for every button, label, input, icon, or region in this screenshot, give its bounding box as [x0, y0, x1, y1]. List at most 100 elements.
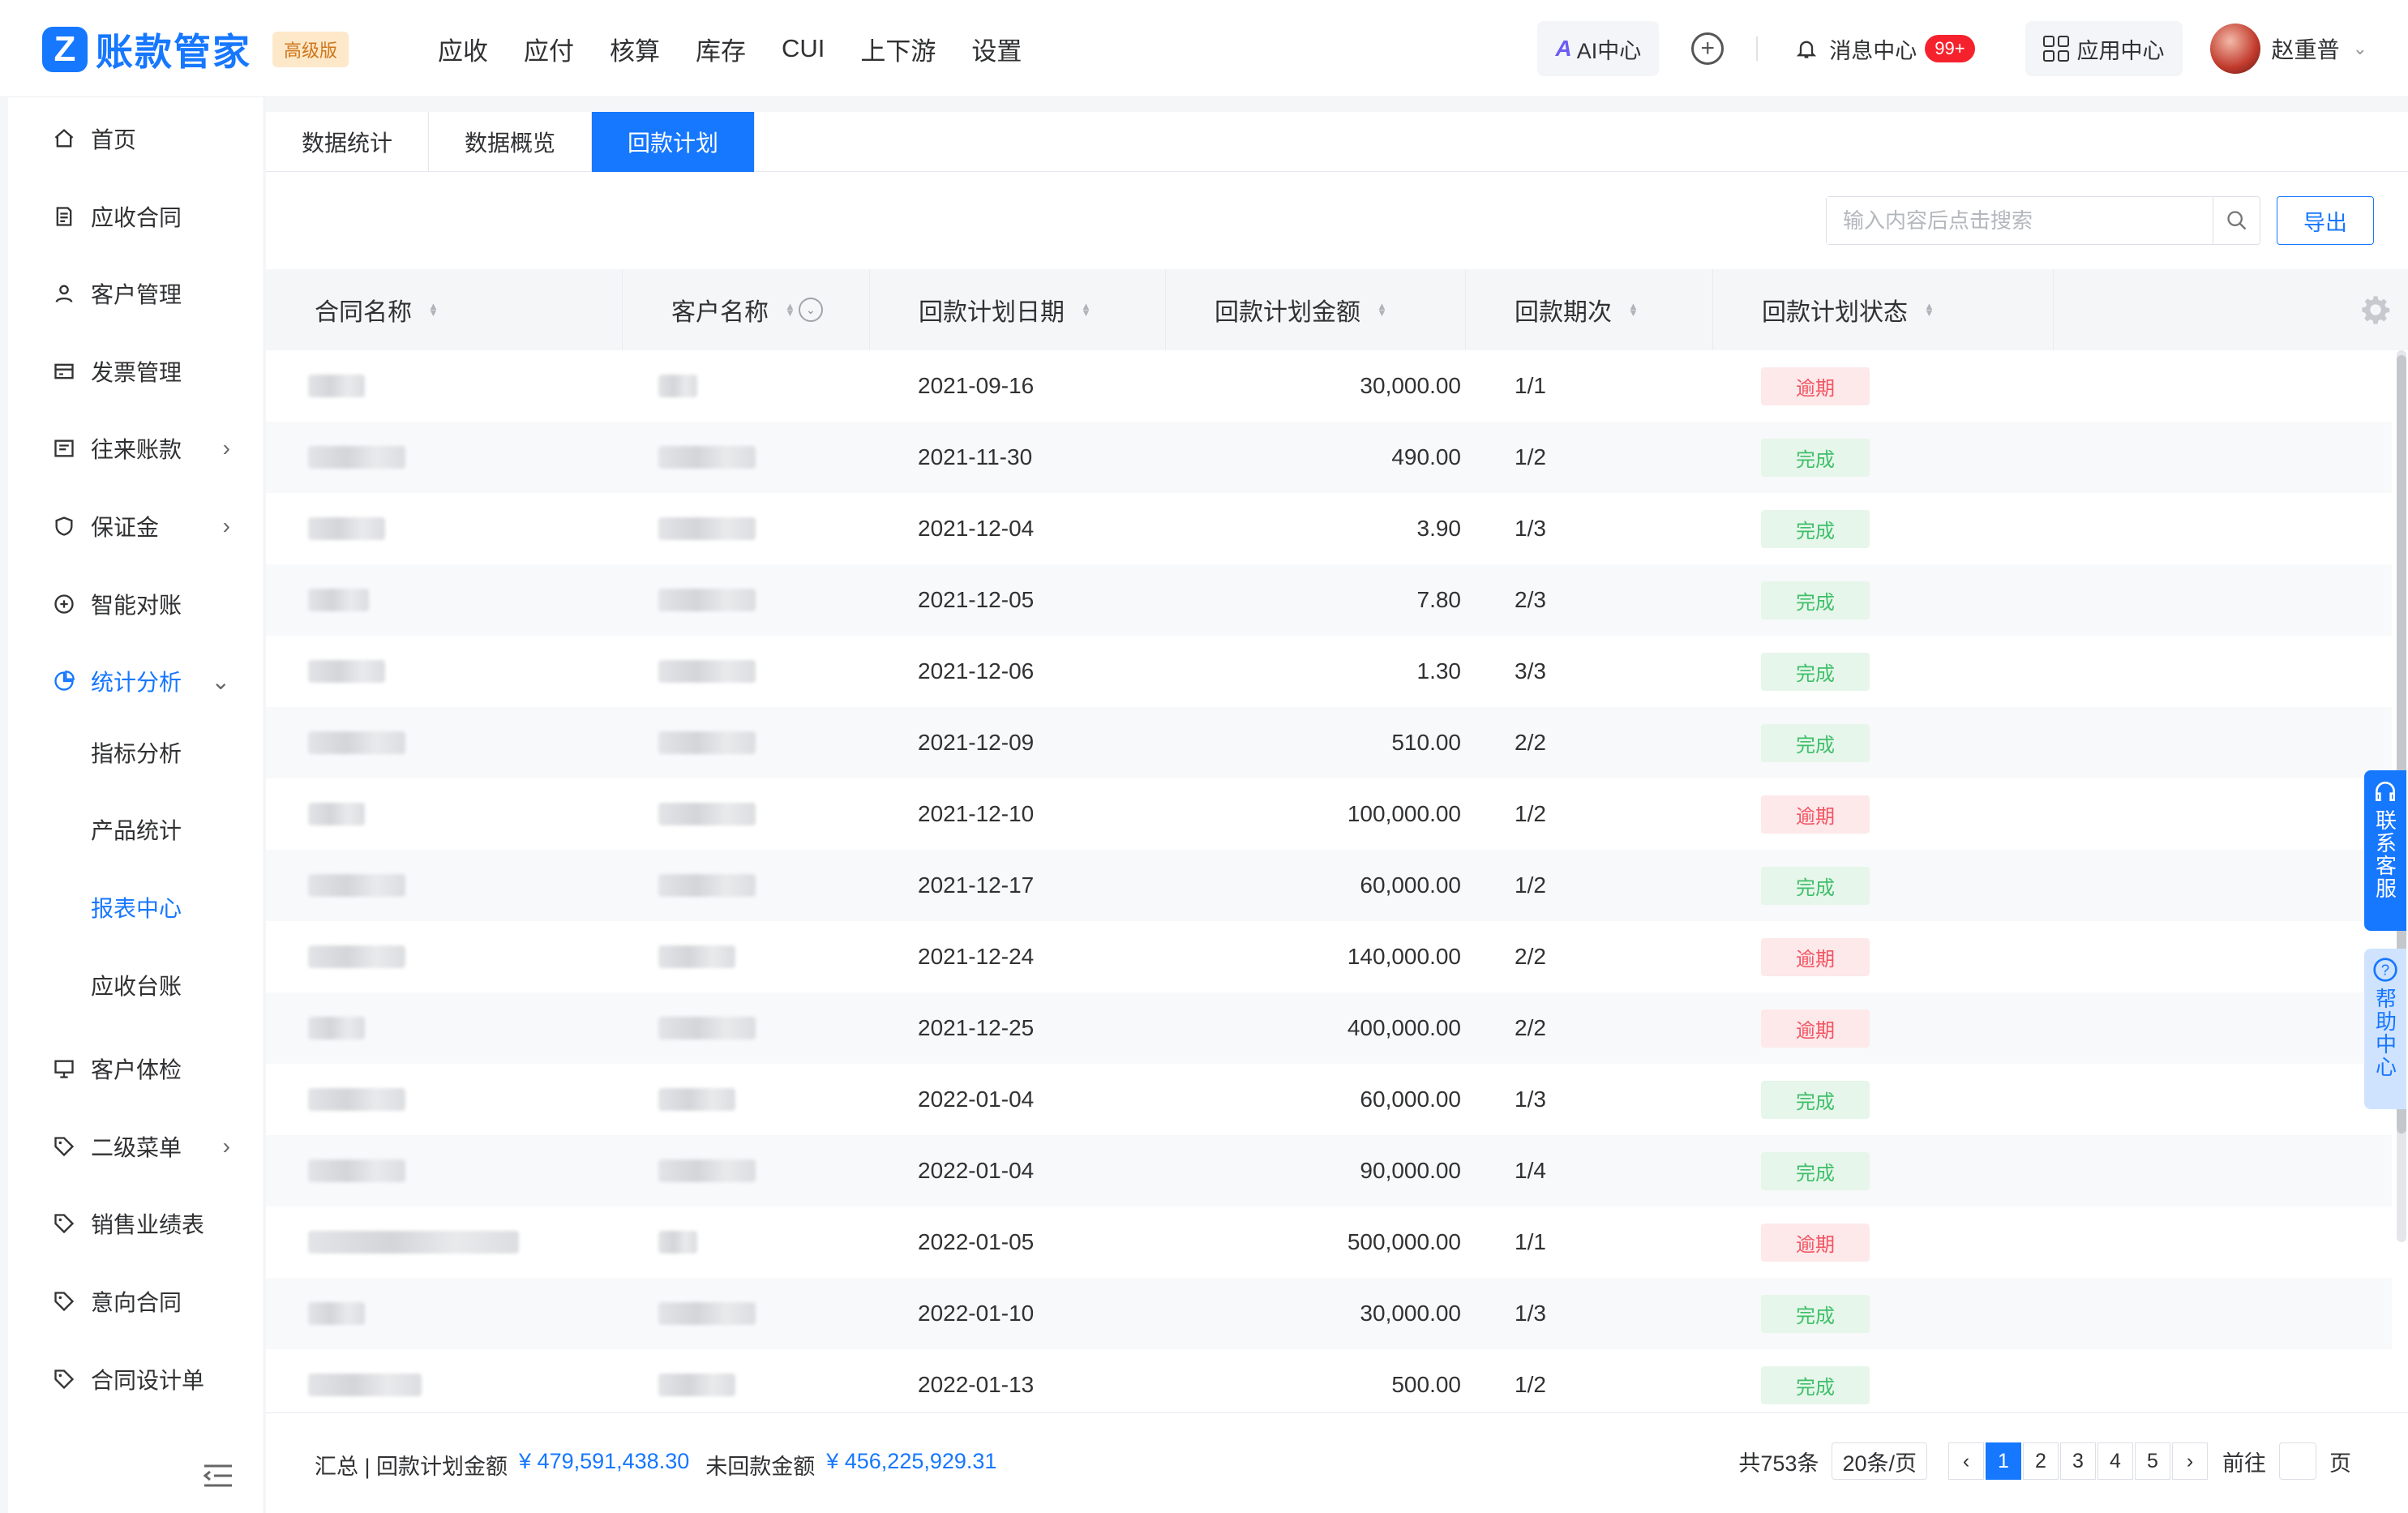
- ai-center-button[interactable]: A AI中心: [1537, 21, 1660, 76]
- sidebar-item[interactable]: 智能对账: [8, 576, 264, 632]
- sidebar-item[interactable]: 合同设计单: [8, 1351, 264, 1408]
- sidebar-item[interactable]: 销售业绩表: [8, 1195, 264, 1252]
- export-button[interactable]: 导出: [2277, 196, 2374, 245]
- sort-icon[interactable]: ▲ ▼: [1628, 301, 1639, 317]
- search-icon: [2226, 211, 2246, 230]
- status-cell: 完成: [1761, 707, 1870, 778]
- table-row[interactable]: 2021-12-25 400,000.00 2/2 逾期: [266, 992, 2392, 1064]
- table-row[interactable]: 2021-12-24 140,000.00 2/2 逾期: [266, 921, 2392, 992]
- redacted-contract-name: [308, 874, 405, 897]
- table-row[interactable]: 2021-11-30 490.00 1/2 完成: [266, 422, 2392, 493]
- topnav-item[interactable]: CUI: [782, 34, 825, 63]
- page-button[interactable]: 2: [2023, 1442, 2059, 1480]
- sidebar-item[interactable]: 应收合同: [8, 188, 264, 245]
- sidebar-item[interactable]: 往来账款 ›: [8, 420, 264, 477]
- sort-icon[interactable]: ▲ ▼: [1377, 301, 1387, 317]
- status-badge: 逾期: [1761, 1223, 1870, 1262]
- report-card: 数据统计数据概览回款计划 导出 合同名称▲▼客户名称▲▼⌄回款计划日期▲▼回款计…: [266, 112, 2408, 1513]
- sidebar-subitem[interactable]: 报表中心: [8, 879, 264, 936]
- sidebar-item[interactable]: 二级菜单 ›: [8, 1118, 264, 1175]
- redacted-contract-name: [308, 375, 365, 397]
- column-header[interactable]: 回款计划状态 ▲ ▼: [1713, 269, 2054, 350]
- table-row[interactable]: 2021-12-09 510.00 2/2 完成: [266, 707, 2392, 778]
- tab-1[interactable]: 数据统计: [266, 112, 430, 172]
- app-center-button[interactable]: 应用中心: [2025, 21, 2183, 76]
- table-row[interactable]: 2021-12-06 1.30 3/3 完成: [266, 636, 2392, 707]
- help-center-button[interactable]: ? 帮助中心: [2364, 949, 2406, 1109]
- table-row[interactable]: 2021-12-17 60,000.00 1/2 完成: [266, 850, 2392, 921]
- prev-page-button[interactable]: ‹: [1948, 1442, 1984, 1480]
- message-center-button[interactable]: 消息中心 99+: [1777, 21, 1993, 76]
- sidebar-subitem[interactable]: 应收台账: [8, 957, 264, 1014]
- user-menu[interactable]: 赵重普 ⌄: [2209, 24, 2367, 74]
- sidebar-item[interactable]: 客户体检: [8, 1040, 264, 1097]
- amount-cell: 500,000.00: [1347, 1229, 1461, 1254]
- sidebar-item[interactable]: 客户管理: [8, 265, 264, 322]
- sidebar-item[interactable]: 发票管理: [8, 343, 264, 400]
- column-header[interactable]: 客户名称 ▲ ▼ ⌄: [623, 269, 870, 350]
- sort-icon[interactable]: ▲ ▼: [428, 301, 439, 317]
- table-row[interactable]: 2021-12-10 100,000.00 1/2 逾期: [266, 778, 2392, 850]
- table-row[interactable]: 2022-01-10 30,000.00 1/3 完成: [266, 1278, 2392, 1349]
- collapse-menu-icon[interactable]: [203, 1463, 234, 1489]
- add-icon[interactable]: +: [1691, 32, 1725, 65]
- topnav-item[interactable]: 上下游: [860, 31, 936, 67]
- gear-icon[interactable]: [2359, 294, 2392, 326]
- summary: 汇总 | 回款计划金额 ¥ 479,591,438.30 未回款金额 ¥ 456…: [315, 1449, 1013, 1481]
- contract-name-cell: [308, 1278, 365, 1349]
- avatar: [2209, 24, 2260, 74]
- topnav-item[interactable]: 应付: [524, 31, 574, 67]
- tag-icon: [52, 1134, 76, 1159]
- column-header[interactable]: 回款计划金额 ▲ ▼: [1166, 269, 1466, 350]
- sidebar-item[interactable]: 意向合同: [8, 1273, 264, 1330]
- help-icon: ?: [2373, 958, 2397, 982]
- sort-icon[interactable]: ▲ ▼: [1924, 301, 1935, 317]
- pie-chart-icon: [52, 669, 76, 693]
- redacted-customer-name: [658, 375, 697, 397]
- table-row[interactable]: 2022-01-04 90,000.00 1/4 完成: [266, 1135, 2392, 1207]
- sidebar-item[interactable]: 保证金 ›: [8, 498, 264, 555]
- column-header[interactable]: 回款计划日期 ▲ ▼: [870, 269, 1166, 350]
- goto-page-input[interactable]: [2279, 1442, 2316, 1480]
- page-size-select[interactable]: 20条/页: [1832, 1442, 1927, 1480]
- app-logo[interactable]: Z 账款管家 高级版: [42, 23, 349, 76]
- status-badge: 逾期: [1761, 937, 1870, 976]
- redacted-customer-name: [658, 731, 756, 754]
- status-badge: 逾期: [1761, 366, 1870, 405]
- search-input[interactable]: [1827, 197, 2213, 244]
- page-button[interactable]: 4: [2097, 1442, 2133, 1480]
- search-button[interactable]: [2213, 197, 2260, 244]
- filter-icon[interactable]: ⌄: [798, 298, 823, 322]
- sidebar-item[interactable]: 首页: [8, 110, 264, 167]
- period-cell: 1/3: [1515, 1301, 1546, 1326]
- sort-icon[interactable]: ▲ ▼: [1081, 301, 1091, 317]
- sidebar-subitem[interactable]: 产品统计: [8, 801, 264, 858]
- table-row[interactable]: 2021-09-16 30,000.00 1/1 逾期: [266, 350, 2392, 422]
- date-cell: 2022-01-13: [918, 1372, 1035, 1397]
- tab-3[interactable]: 回款计划: [592, 112, 756, 172]
- customer-service-button[interactable]: 联系客服: [2364, 770, 2406, 931]
- topnav-item[interactable]: 核算: [610, 31, 660, 67]
- table-row[interactable]: 2022-01-04 60,000.00 1/3 完成: [266, 1064, 2392, 1135]
- page-button[interactable]: 5: [2135, 1442, 2170, 1480]
- tab-2[interactable]: 数据概览: [429, 112, 593, 172]
- sort-icon[interactable]: ▲ ▼: [785, 301, 795, 317]
- page-button[interactable]: 1: [1986, 1442, 2021, 1480]
- bell-icon: [1797, 41, 1817, 58]
- topnav-item[interactable]: 设置: [971, 31, 1022, 67]
- table-row[interactable]: 2021-12-04 3.90 1/3 完成: [266, 493, 2392, 564]
- redacted-contract-name: [308, 1374, 422, 1396]
- sidebar-subitem[interactable]: 指标分析: [8, 724, 264, 781]
- column-header[interactable]: 合同名称 ▲ ▼: [266, 269, 623, 350]
- column-header[interactable]: 回款期次 ▲ ▼: [1466, 269, 1713, 350]
- sidebar-item[interactable]: 统计分析 ⌄: [8, 653, 264, 709]
- topnav-item[interactable]: 应收: [438, 31, 488, 67]
- amount-cell: 1.30: [1416, 658, 1462, 684]
- column-header-label: 合同名称: [315, 299, 412, 326]
- page-button[interactable]: 3: [2060, 1442, 2096, 1480]
- table-row[interactable]: 2022-01-13 500.00 1/2 完成: [266, 1349, 2392, 1421]
- topnav-item[interactable]: 库存: [696, 31, 746, 67]
- table-row[interactable]: 2021-12-05 7.80 2/3 完成: [266, 564, 2392, 636]
- table-row[interactable]: 2022-01-05 500,000.00 1/1 逾期: [266, 1207, 2392, 1278]
- next-page-button[interactable]: ›: [2172, 1442, 2208, 1480]
